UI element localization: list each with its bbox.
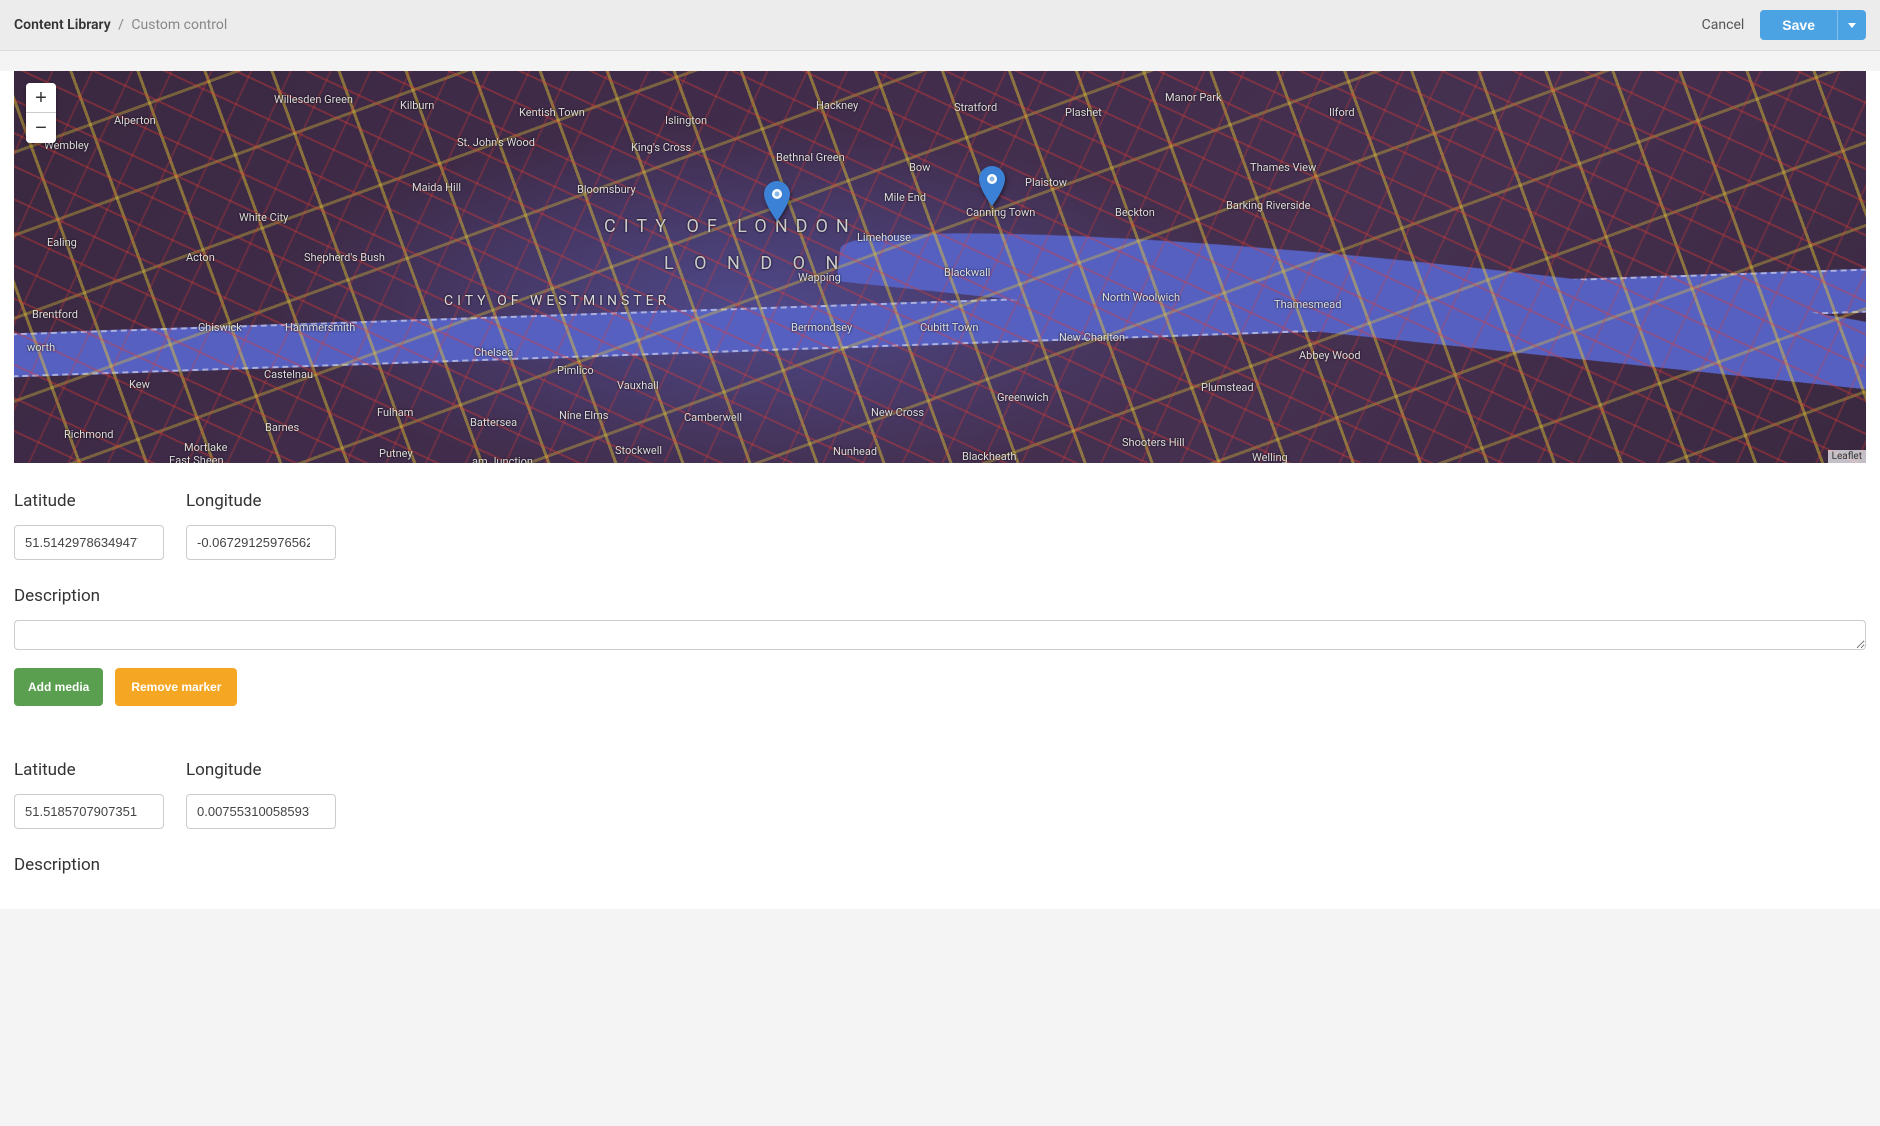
save-button-group: Save (1760, 10, 1866, 40)
save-button[interactable]: Save (1760, 10, 1837, 40)
description-label: Description (14, 855, 1866, 875)
latitude-input[interactable] (14, 525, 164, 560)
zoom-control: + − (26, 83, 56, 143)
description-input[interactable] (14, 620, 1866, 650)
header-actions: Cancel Save (1702, 10, 1866, 40)
map-attribution[interactable]: Leaflet (1828, 450, 1866, 463)
save-dropdown-button[interactable] (1837, 10, 1866, 40)
map[interactable]: CITY OF LONDON L O N D O N CITY OF WESTM… (14, 71, 1866, 463)
longitude-input[interactable] (186, 525, 336, 560)
marker-form: Latitude Longitude Description (14, 760, 1866, 875)
breadcrumb-current: Custom control (131, 17, 227, 33)
description-label: Description (14, 586, 1866, 606)
latitude-label: Latitude (14, 491, 164, 511)
caret-down-icon (1848, 23, 1856, 28)
latitude-label: Latitude (14, 760, 164, 780)
breadcrumb-separator: / (118, 17, 124, 33)
longitude-label: Longitude (186, 760, 336, 780)
map-marker-icon[interactable] (764, 181, 790, 221)
remove-marker-button[interactable]: Remove marker (115, 668, 237, 706)
map-roads (14, 71, 1866, 463)
zoom-out-button[interactable]: − (26, 113, 56, 143)
zoom-in-button[interactable]: + (26, 83, 56, 113)
content-area: CITY OF LONDON L O N D O N CITY OF WESTM… (0, 71, 1880, 909)
header-bar: Content Library / Custom control Cancel … (0, 0, 1880, 51)
longitude-label: Longitude (186, 491, 336, 511)
latitude-input[interactable] (14, 794, 164, 829)
breadcrumb: Content Library / Custom control (14, 17, 227, 33)
map-marker-icon[interactable] (979, 166, 1005, 206)
cancel-button[interactable]: Cancel (1702, 17, 1745, 33)
longitude-input[interactable] (186, 794, 336, 829)
add-media-button[interactable]: Add media (14, 668, 103, 706)
marker-form: Latitude Longitude Description Add media… (14, 491, 1866, 706)
breadcrumb-root[interactable]: Content Library (14, 17, 111, 33)
